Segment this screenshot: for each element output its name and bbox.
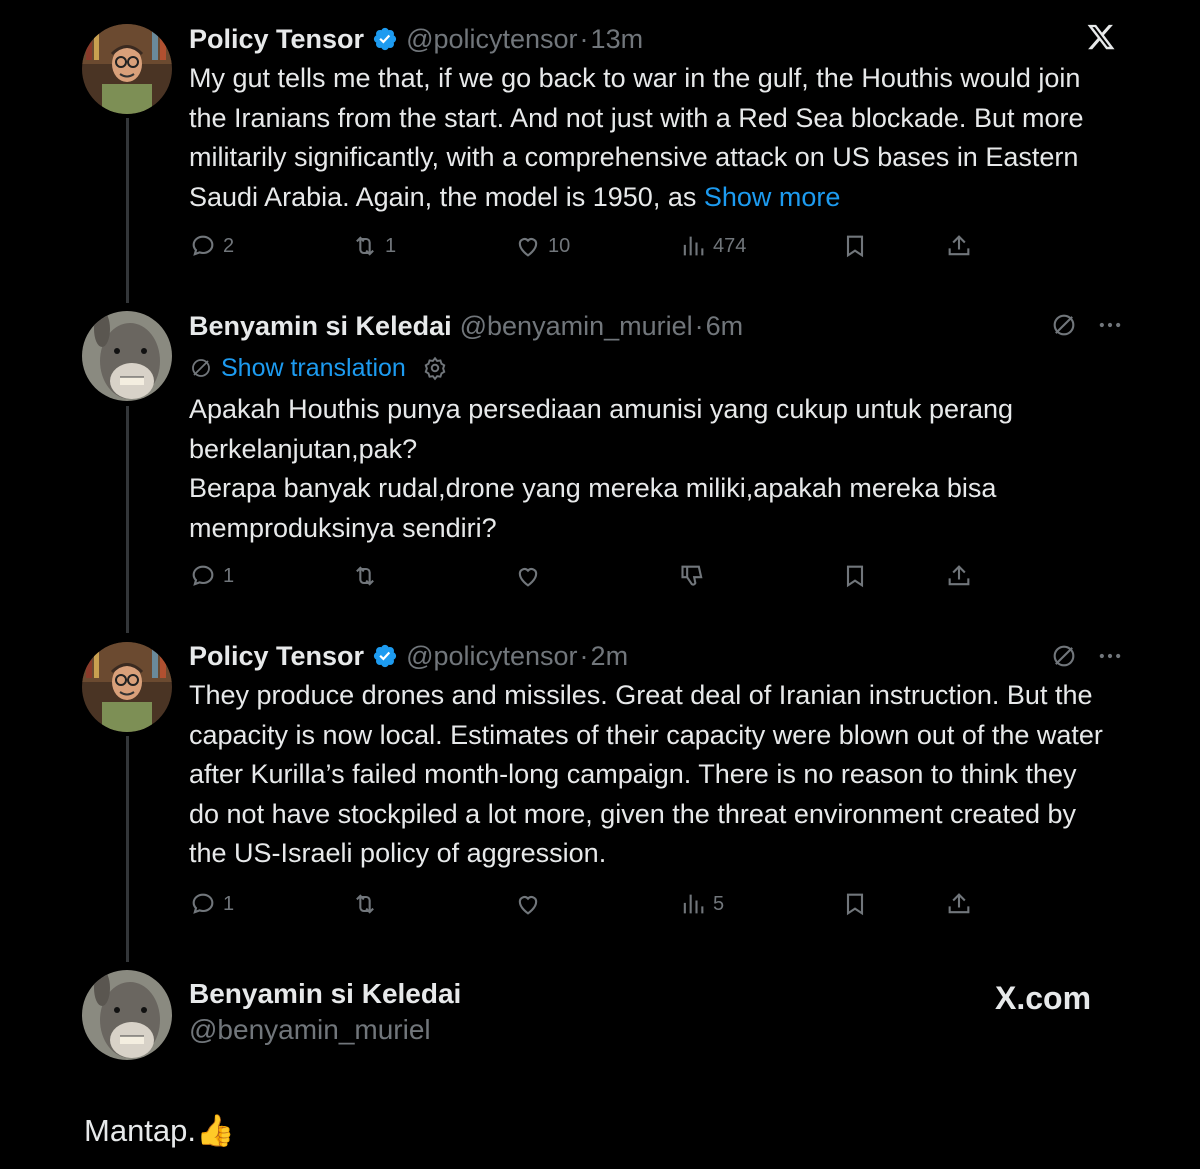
bookmark-button[interactable] [841,884,869,924]
bookmark-icon [846,893,864,916]
reply-button[interactable]: 2 [189,226,234,266]
separator-dot: · [579,23,589,54]
retweet-count: 1 [385,234,397,257]
footer-author-name[interactable]: Benyamin si Keledai [189,978,461,1010]
tweet-text-content: Apakah Houthis punya persediaan amunisi … [189,394,1014,543]
author-name[interactable]: Policy Tensor [189,641,364,672]
view-count: 474 [713,234,747,257]
reply-icon [192,893,214,914]
reply-count: 2 [223,234,235,257]
tweet-header: Policy Tensor @policytensor · 13m [189,19,1112,59]
reply-icon [192,235,214,256]
tweet-header: Policy Tensor @policytensor · 2m [189,636,1112,676]
avatar[interactable] [82,24,172,114]
author-name[interactable]: Benyamin si Keledai [189,311,452,342]
reply-count: 1 [223,564,235,587]
caption-text: Mantap.👍 [84,1113,235,1148]
tweet-actions: 1 5 [189,884,989,924]
views-icon [683,236,704,256]
grok-translate-icon [192,359,210,377]
bookmark-icon [846,565,864,588]
retweet-icon [356,894,374,914]
tweet-text-content: My gut tells me that, if we go back to w… [189,63,1084,212]
verified-badge-icon [373,644,397,668]
tweet-text: My gut tells me that, if we go back to w… [189,59,1112,217]
reply-button[interactable]: 1 [189,884,234,924]
retweet-icon [356,566,374,586]
tweet-text: They produce drones and missiles. Great … [189,676,1112,874]
avatar[interactable] [82,642,172,732]
tweet-actions: 1 [189,556,989,596]
timestamp[interactable]: 2m [591,641,629,672]
view-count: 5 [713,892,725,915]
retweet-button[interactable]: 1 [351,226,396,266]
bookmark-button[interactable] [841,226,869,266]
footer-author-handle[interactable]: @benyamin_muriel [189,1014,431,1046]
views-button[interactable]: 5 [679,884,724,924]
bookmark-button[interactable] [841,556,869,596]
retweet-button[interactable] [351,556,379,596]
like-count: 10 [548,234,571,257]
views-icon [683,894,704,914]
show-translation-link[interactable]: Show translation [221,354,406,383]
retweet-button[interactable] [351,884,379,924]
like-button[interactable]: 10 [514,226,570,266]
share-button[interactable] [945,556,973,596]
reply-count: 1 [223,892,235,915]
author-name[interactable]: Policy Tensor [189,24,364,55]
tweet-actions: 2 1 10 474 [189,226,989,266]
timestamp[interactable]: 13m [591,24,644,55]
tweet-header: Benyamin si Keledai @benyamin_muriel · 6… [189,306,1112,346]
brand-watermark: X.com [995,980,1092,1016]
show-translation-row[interactable]: Show translation [189,348,1112,388]
thread-line [126,406,129,633]
thread-line [126,736,129,962]
timestamp[interactable]: 6m [706,311,744,342]
share-icon [948,893,970,914]
like-icon [518,568,538,587]
author-handle[interactable]: @policytensor [406,641,577,672]
dislike-icon [681,565,703,586]
like-icon [518,238,538,257]
like-button[interactable] [514,884,542,924]
share-button[interactable] [945,884,973,924]
share-icon [948,235,970,256]
tweet-text: Apakah Houthis punya persediaan amunisi … [189,390,1112,548]
share-icon [948,565,970,586]
author-handle[interactable]: @policytensor [406,24,577,55]
like-button[interactable] [514,556,542,596]
show-more-link[interactable]: Show more [704,182,841,212]
thread-line [126,118,129,303]
avatar[interactable] [82,970,172,1060]
gear-icon[interactable] [422,355,448,381]
like-icon [518,896,538,915]
separator-dot: · [579,640,589,671]
reply-button[interactable]: 1 [189,556,234,596]
author-handle[interactable]: @benyamin_muriel [460,311,693,342]
avatar[interactable] [82,311,172,401]
share-button[interactable] [945,226,973,266]
views-button[interactable]: 474 [679,226,746,266]
bookmark-icon [846,235,864,258]
retweet-icon [356,236,374,256]
verified-badge-icon [373,27,397,51]
dislike-button[interactable] [679,556,707,596]
reply-icon [192,565,214,586]
separator-dot: · [694,310,704,341]
tweet-text-content: They produce drones and missiles. Great … [189,680,1103,869]
